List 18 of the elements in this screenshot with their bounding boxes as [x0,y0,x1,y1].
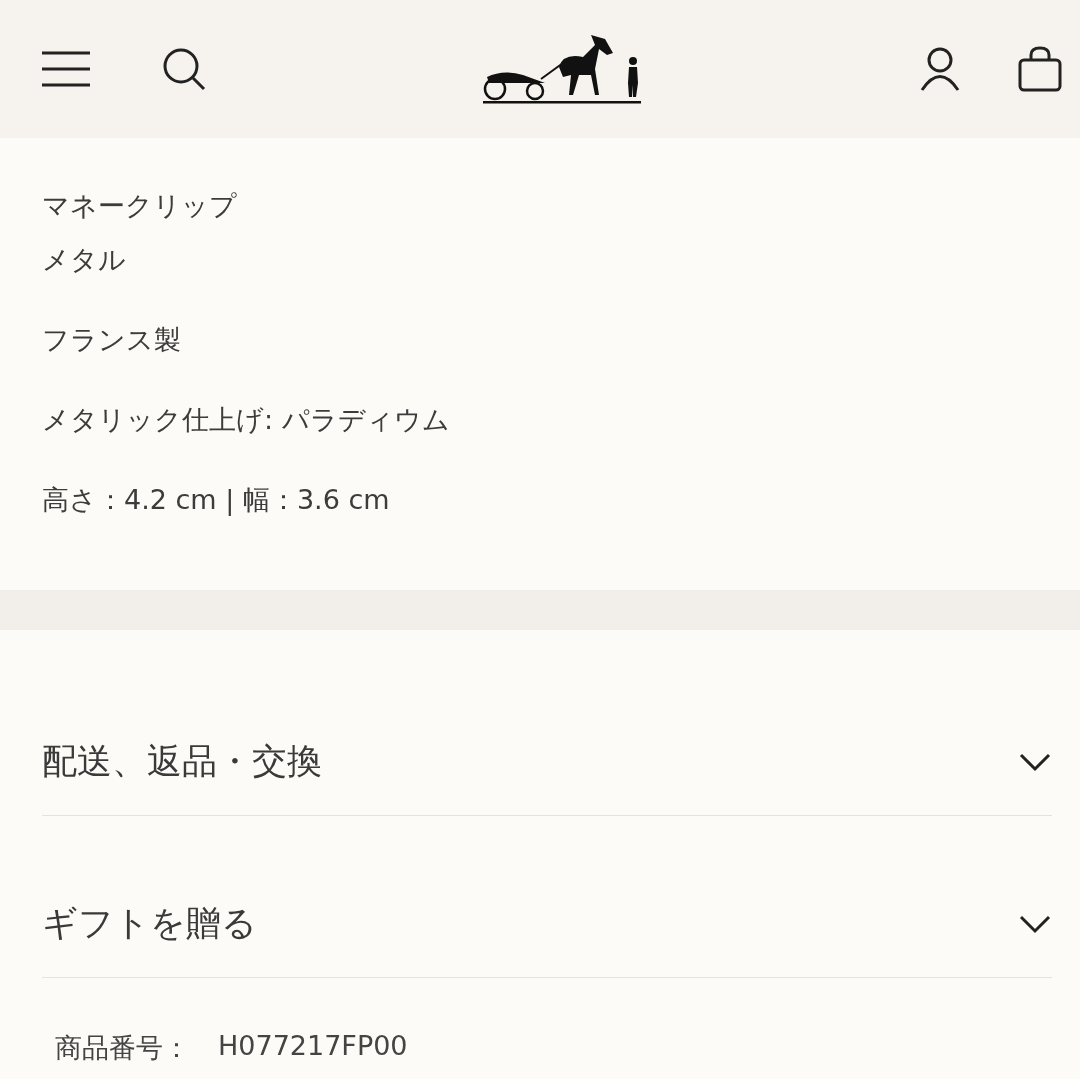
menu-button[interactable] [42,51,90,87]
menu-icon [42,51,90,87]
search-button[interactable] [162,47,206,91]
horse-carriage-logo[interactable] [483,33,643,105]
accordion-header[interactable]: 配送、返品・交換 [42,630,1052,816]
product-number-value: H077217FP00 [218,1030,408,1063]
accordion-header[interactable]: ギフトを贈る [42,816,1052,978]
cart-button[interactable] [1018,46,1062,92]
shopping-bag-icon [1018,46,1062,92]
search-icon [162,47,206,91]
product-detail-text: 高さ：4.2 cm | 幅：3.6 cm [42,483,390,518]
product-detail-text: マネークリップ [42,189,237,223]
product-detail-text: メタリック仕上げ: パラディウム [42,403,450,437]
person-icon [920,47,960,91]
account-button[interactable] [920,47,960,91]
product-detail-text: フランス製 [42,323,181,357]
product-detail-text: メタル [42,243,126,277]
product-number-label: 商品番号： [55,1031,190,1065]
